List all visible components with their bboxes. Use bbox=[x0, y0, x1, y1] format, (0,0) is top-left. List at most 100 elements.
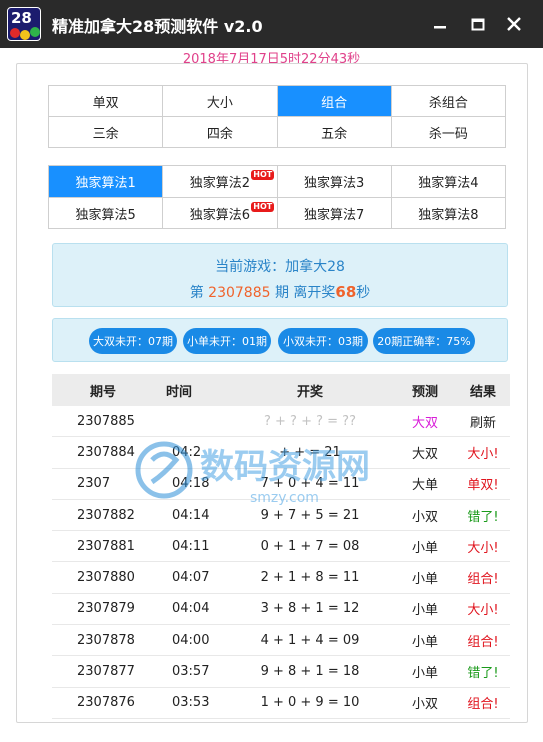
header-result: 结果 bbox=[469, 384, 496, 400]
cell-draw: 3 + 8 + 1 = 12 bbox=[260, 601, 360, 617]
algorithm-tab-6[interactable]: 独家算法6 HOT bbox=[163, 198, 278, 229]
app-logo-icon: 28 bbox=[7, 7, 41, 41]
algorithm-tab-2[interactable]: 独家算法2 HOT bbox=[163, 166, 278, 198]
header-issue: 期号 bbox=[90, 384, 117, 400]
cell-prediction: 小单 bbox=[411, 603, 438, 619]
cell-prediction: 大双 bbox=[411, 415, 438, 431]
algorithm-tab-1[interactable]: 独家算法1 bbox=[49, 166, 164, 198]
cell-result: 错了! bbox=[467, 509, 499, 525]
hot-badge: HOT bbox=[251, 202, 275, 212]
prediction-type-tabs: 单双 大小 组合 杀组合三余 四余 五余 杀一码 bbox=[48, 85, 506, 148]
current-game-name: 加拿大28 bbox=[285, 259, 345, 275]
cell-draw: 7 + 0 + 4 = 11 bbox=[260, 476, 360, 492]
algorithm-tab-3[interactable]: 独家算法3 bbox=[277, 166, 392, 198]
cell-prediction: 小双 bbox=[411, 509, 438, 525]
table-row: 2307885 ? + ? + ? = ?? 大双 刷新 bbox=[52, 406, 510, 438]
cell-issue: 2307879 bbox=[77, 601, 135, 617]
header-time: 时间 bbox=[166, 384, 193, 400]
algorithm-label: 独家算法1 bbox=[75, 176, 136, 191]
algorithm-tab-5[interactable]: 独家算法5 bbox=[49, 198, 164, 229]
tab-2[interactable]: 组合 bbox=[277, 86, 392, 117]
cell-time: 04:04 bbox=[172, 601, 210, 617]
table-row: 2307882 04:14 9 + 7 + 5 = 21 小双 错了! bbox=[52, 500, 510, 532]
tab-6[interactable]: 五余 bbox=[277, 117, 392, 148]
cell-result: 组合! bbox=[467, 697, 499, 713]
tab-1[interactable]: 大小 bbox=[163, 86, 278, 117]
cell-result: 大小! bbox=[467, 603, 499, 619]
cell-draw: 4 + 1 + 4 = 09 bbox=[260, 632, 360, 648]
table-row: 2307881 04:11 0 + 1 + 7 = 08 小单 大小! bbox=[52, 531, 510, 563]
header-draw: 开奖 bbox=[296, 384, 323, 400]
cell-issue: 2307881 bbox=[77, 538, 135, 554]
cell-draw: 0 + 1 + 7 = 08 bbox=[260, 538, 360, 554]
algorithm-label: 独家算法7 bbox=[303, 207, 365, 223]
current-game-line: 当前游戏：加拿大28 bbox=[53, 256, 507, 276]
table-row: 2307877 03:57 9 + 8 + 1 = 18 小单 错了! bbox=[52, 656, 510, 688]
cell-prediction: 小单 bbox=[411, 540, 438, 556]
table-body: 2307885 ? + ? + ? = ?? 大双 刷新 2307884 04:2 + + … bbox=[52, 406, 510, 719]
cell-prediction: 小单 bbox=[411, 634, 438, 650]
tab-7[interactable]: 杀一码 bbox=[391, 117, 506, 148]
tab-label: 组合 bbox=[321, 95, 348, 111]
stat-pill-big-even: 大双未开：07期 bbox=[89, 328, 177, 354]
header-prediction: 预测 bbox=[411, 384, 438, 400]
stat-pill-accuracy: 20期正确率：75% bbox=[373, 328, 475, 354]
algorithm-label: 独家算法2 bbox=[189, 176, 251, 191]
maximize-icon[interactable] bbox=[464, 10, 492, 38]
algorithm-label: 独家算法3 bbox=[303, 176, 365, 191]
algorithm-tabs: 独家算法1 独家算法2 HOT 独家算法3 独家算法4 独家算法5 独家算法6 HOT 独家算法… bbox=[48, 165, 506, 229]
table-row: 2307876 03:53 1 + 0 + 9 = 10 小双 组合! bbox=[52, 688, 510, 719]
stat-pill-small-odd: 小单未开：01期 bbox=[183, 328, 271, 354]
cell-issue: 2307880 bbox=[77, 570, 135, 586]
cell-time: 04:14 bbox=[172, 507, 210, 523]
table-header: 期号 时间 开奖 预测 结果 bbox=[52, 374, 510, 406]
cell-issue: 2307876 bbox=[77, 695, 135, 711]
cell-issue: 2307882 bbox=[77, 507, 135, 523]
cell-issue: 2307885 bbox=[77, 413, 135, 429]
cell-draw: + + = 21 bbox=[279, 444, 341, 460]
algorithm-tab-7[interactable]: 独家算法7 bbox=[277, 198, 392, 229]
algorithm-label: 独家算法4 bbox=[418, 176, 479, 191]
cell-time: 04:18 bbox=[172, 476, 210, 492]
window-title: 精准加拿大28预测软件 v2.0 bbox=[52, 17, 263, 36]
results-table: 期号 时间 开奖 预测 结果 2307885 ? + ? + ? = ?? 大双 刷新… bbox=[52, 374, 510, 719]
table-row: 2307878 04:00 4 + 1 + 4 = 09 小单 组合! bbox=[52, 625, 510, 657]
tab-label: 五余 bbox=[321, 126, 348, 142]
algorithm-tab-8[interactable]: 独家算法8 bbox=[391, 198, 506, 229]
cell-draw: 9 + 7 + 5 = 21 bbox=[260, 507, 360, 523]
countdown-middle: 期 离开奖 bbox=[274, 285, 336, 301]
tab-3[interactable]: 杀组合 bbox=[391, 86, 506, 117]
close-icon[interactable] bbox=[500, 10, 528, 38]
tab-5[interactable]: 四余 bbox=[163, 117, 278, 148]
cell-draw: 1 + 0 + 9 = 10 bbox=[260, 695, 360, 711]
cell-prediction: 小单 bbox=[411, 666, 438, 682]
countdown-seconds: 68 bbox=[335, 283, 357, 301]
cell-result: 大小! bbox=[467, 446, 499, 462]
cell-time: 04:2 bbox=[172, 444, 202, 460]
cell-time: 04:07 bbox=[172, 570, 210, 586]
issue-prefix: 第 bbox=[189, 285, 204, 301]
tab-4[interactable]: 三余 bbox=[49, 117, 164, 148]
stats-bar: 大双未开：07期 小单未开：01期 小双未开：03期 20期正确率：75% bbox=[52, 318, 508, 362]
cell-issue: 2307877 bbox=[77, 664, 135, 680]
refresh-link[interactable]: 刷新 bbox=[456, 406, 510, 436]
tab-0[interactable]: 单双 bbox=[49, 86, 164, 117]
cell-time: 04:00 bbox=[172, 632, 210, 648]
cell-prediction: 大单 bbox=[411, 478, 438, 494]
cell-issue: 2307884 bbox=[77, 444, 135, 460]
algorithm-label: 独家算法6 bbox=[189, 207, 251, 223]
algorithm-tab-4[interactable]: 独家算法4 bbox=[391, 166, 506, 198]
stat-pill-small-even: 小双未开：03期 bbox=[278, 328, 368, 354]
minimize-icon[interactable] bbox=[426, 10, 454, 38]
game-info-box: 当前游戏：加拿大28 第 2307885 期 离开奖68秒 bbox=[52, 243, 508, 307]
tab-label: 大小 bbox=[206, 95, 233, 111]
countdown-line: 第 2307885 期 离开奖68秒 bbox=[53, 282, 507, 302]
cell-result: 错了! bbox=[467, 666, 499, 682]
cell-result: 组合! bbox=[467, 634, 499, 650]
table-row: 2307879 04:04 3 + 8 + 1 = 12 小单 大小! bbox=[52, 594, 510, 626]
cell-time: 04:11 bbox=[172, 538, 210, 554]
cell-result: 大小! bbox=[467, 540, 499, 556]
title-bar: 28 精准加拿大28预测软件 v2.0 bbox=[0, 0, 543, 48]
tab-label: 四余 bbox=[206, 126, 233, 142]
cell-time bbox=[160, 406, 226, 436]
